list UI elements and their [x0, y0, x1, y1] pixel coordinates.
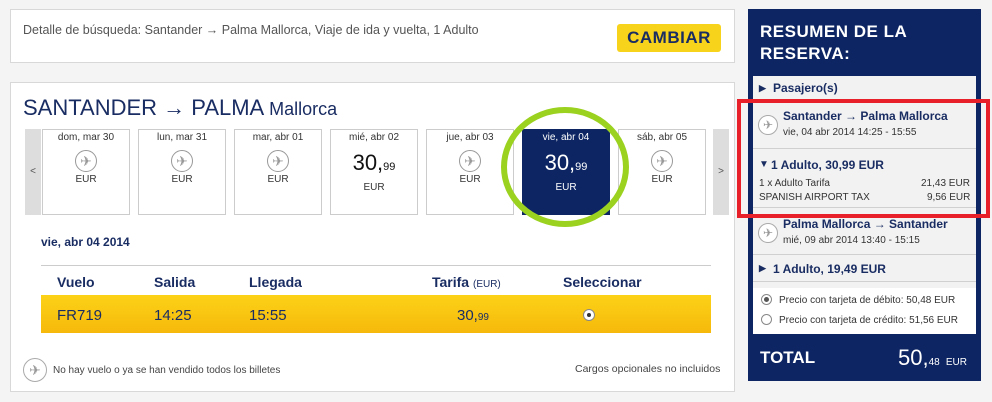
change-search-button[interactable]: CAMBIAR [617, 24, 721, 52]
day-tab[interactable]: jue, abr 03 ✈ EUR [426, 129, 514, 215]
day-price: 30,99 [331, 150, 417, 176]
passengers-label: Pasajero(s) [773, 81, 838, 95]
day-tab[interactable]: mar, abr 01 ✈ EUR [234, 129, 322, 215]
day-tab[interactable]: mié, abr 02 30,99 EUR [330, 129, 418, 215]
credit-price: Precio con tarjeta de crédito: 51,56 EUR [779, 315, 958, 326]
tax-label: SPANISH AIRPORT TAX [759, 192, 870, 203]
plane-icon: ✈ [758, 223, 778, 243]
summary-body: ▶ Pasajero(s) ✈ Santander → Palma Mallor… [753, 76, 976, 334]
total-int: 50, [898, 345, 929, 370]
summary-title: RESUMEN DE LA RESERVA: [760, 22, 907, 63]
day-price: 30,99 [523, 150, 609, 176]
payment-options: Precio con tarjeta de débito: 50,48 EUR … [753, 288, 976, 334]
credit-card-radio[interactable] [761, 314, 772, 325]
day-price-int: 30, [352, 150, 384, 175]
next-days-button[interactable]: > [713, 129, 729, 215]
fare-value: 21,43 EUR [921, 178, 970, 189]
select-flight-radio[interactable] [583, 309, 595, 321]
no-flight-plane-icon: ✈ [267, 150, 289, 172]
inbound-fare-section[interactable]: ▶ 1 Adulto, 19,49 EUR [753, 256, 976, 282]
day-label: mar, abr 01 [252, 132, 304, 143]
flight-departure: 14:25 [154, 307, 192, 324]
total-currency: EUR [945, 357, 967, 368]
flight-number: FR719 [57, 307, 103, 324]
total-value: 50,48 EUR [898, 345, 967, 371]
passengers-section[interactable]: ▶ Pasajero(s) [753, 76, 976, 100]
expand-arrow-icon: ▶ [759, 83, 766, 93]
search-detail-bar: Detalle de búsqueda: Santander → Palma M… [10, 9, 735, 63]
col-flight: Vuelo [57, 274, 95, 290]
route-main: SANTANDER → PALMA [23, 95, 264, 120]
day-label: jue, abr 03 [446, 132, 494, 143]
day-tab[interactable]: dom, mar 30 ✈ EUR [42, 129, 130, 215]
outbound-fare-section[interactable]: ▼ 1 Adulto, 30,99 EUR 1 x Adulto Tarifa … [753, 150, 976, 208]
day-currency: EUR [363, 182, 385, 193]
optional-charges-note: Cargos opcionales no incluidos [575, 363, 721, 375]
col-fare-label: Tarifa [432, 274, 470, 290]
col-fare-unit: (EUR) [472, 279, 501, 290]
outbound-flight-section: ✈ Santander → Palma Mallorca vie, 04 abr… [753, 101, 976, 149]
day-price-cents: 99 [575, 161, 588, 173]
no-flight-plane-icon: ✈ [171, 150, 193, 172]
col-arrival: Llegada [249, 274, 302, 290]
table-header: Vuelo Salida Llegada Tarifa (EUR) Selecc… [41, 265, 711, 295]
no-flight-plane-icon: ✈ [651, 150, 673, 172]
total-cents: 48 [928, 357, 940, 368]
day-currency: EUR [267, 174, 289, 185]
expand-arrow-icon: ▶ [759, 263, 766, 273]
flight-fare-cents: 99 [477, 312, 489, 323]
outbound-route: Santander → Palma Mallorca [783, 109, 948, 123]
tax-value: 9,56 EUR [927, 192, 971, 203]
day-label: vie, abr 04 [542, 132, 590, 143]
inbound-adult-line: 1 Adulto, 19,49 EUR [773, 262, 886, 276]
inbound-flight-section: ✈ Palma Mallorca → Santander mié, 09 abr… [753, 209, 976, 255]
day-currency: EUR [555, 182, 577, 193]
day-label: dom, mar 30 [57, 132, 115, 143]
day-label: sáb, abr 05 [636, 132, 688, 143]
day-currency: EUR [459, 174, 481, 185]
flight-fare-int: 30, [457, 307, 478, 324]
no-flight-legend-text: No hay vuelo o ya se han vendido todos l… [53, 365, 281, 376]
col-select: Seleccionar [563, 274, 642, 290]
day-label: mié, abr 02 [348, 132, 400, 143]
col-fare: Tarifa (EUR) [432, 274, 501, 290]
outbound-adult-line: 1 Adulto, 30,99 EUR [771, 158, 884, 172]
no-flight-plane-icon: ✈ [459, 150, 481, 172]
total-label: TOTAL [760, 348, 816, 367]
flight-table: Vuelo Salida Llegada Tarifa (EUR) Selecc… [41, 265, 711, 333]
day-tab[interactable]: sáb, abr 05 ✈ EUR [618, 129, 706, 215]
day-label: lun, mar 31 [156, 132, 208, 143]
plane-icon: ✈ [758, 115, 778, 135]
day-currency: EUR [651, 174, 673, 185]
search-detail-text: Detalle de búsqueda: Santander → Palma M… [23, 23, 479, 37]
day-price-int: 30, [544, 150, 576, 175]
route-sub: Mallorca [269, 99, 338, 119]
day-tab-selected[interactable]: vie, abr 04 30,99 EUR [522, 129, 610, 215]
no-flight-legend-icon: ✈ [23, 358, 47, 382]
col-departure: Salida [154, 274, 196, 290]
flight-row[interactable]: FR719 14:25 15:55 30,99 [41, 295, 711, 333]
debit-price: Precio con tarjeta de débito: 50,48 EUR [779, 295, 956, 306]
collapse-arrow-icon: ▼ [759, 159, 769, 170]
previous-days-button[interactable]: < [25, 129, 41, 215]
outbound-datetime: vie, 04 abr 2014 14:25 - 15:55 [783, 127, 917, 138]
day-price-cents: 99 [383, 161, 396, 173]
no-flight-plane-icon: ✈ [75, 150, 97, 172]
debit-card-radio[interactable] [761, 294, 772, 305]
flight-fare: 30,99 [457, 305, 489, 325]
flight-arrival: 15:55 [249, 307, 287, 324]
day-tab[interactable]: lun, mar 31 ✈ EUR [138, 129, 226, 215]
route-title: SANTANDER → PALMA Mallorca [23, 95, 337, 121]
inbound-route: Palma Mallorca → Santander [783, 217, 948, 231]
booking-summary: RESUMEN DE LA RESERVA: ▶ Pasajero(s) ✈ S… [748, 9, 981, 381]
fare-label: 1 x Adulto Tarifa [759, 178, 830, 189]
day-currency: EUR [171, 174, 193, 185]
day-currency: EUR [75, 174, 97, 185]
selected-date-heading: vie, abr 04 2014 [41, 235, 130, 249]
flight-selection-panel: SANTANDER → PALMA Mallorca < dom, mar 30… [10, 82, 735, 392]
inbound-datetime: mié, 09 abr 2014 13:40 - 15:15 [783, 235, 920, 246]
